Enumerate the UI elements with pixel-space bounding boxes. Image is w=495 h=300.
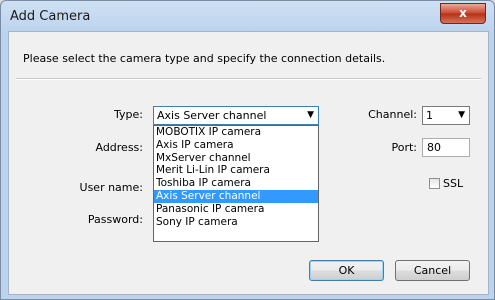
dialog-body: Please select the camera type and specif… — [8, 31, 489, 295]
type-label: Type: — [114, 108, 143, 121]
add-camera-dialog: Add Camera x Please select the camera ty… — [0, 0, 495, 300]
port-value: 80 — [427, 141, 441, 154]
channel-select[interactable]: 1 ▼ — [422, 106, 470, 125]
dropdown-option[interactable]: MxServer channel — [154, 152, 318, 165]
dropdown-option[interactable]: Sony IP camera — [154, 216, 318, 229]
cancel-button[interactable]: Cancel — [395, 260, 470, 281]
close-icon: x — [459, 6, 467, 20]
port-input[interactable]: 80 — [422, 138, 470, 157]
dropdown-option[interactable]: Axis IP camera — [154, 139, 318, 152]
dropdown-option[interactable]: Toshiba IP camera — [154, 177, 318, 190]
port-label: Port: — [391, 141, 417, 154]
password-label: Password: — [87, 213, 143, 226]
dropdown-option[interactable]: Panasonic IP camera — [154, 203, 318, 216]
ok-button[interactable]: OK — [309, 260, 384, 281]
ssl-checkbox[interactable] — [429, 178, 440, 189]
address-label: Address: — [95, 141, 143, 154]
username-label: User name: — [79, 181, 143, 194]
title-bar: Add Camera x — [1, 1, 494, 31]
chevron-down-icon: ▼ — [307, 110, 314, 120]
dropdown-option-selected[interactable]: Axis Server channel — [154, 189, 318, 203]
ssl-label: SSL — [443, 177, 464, 190]
chevron-down-icon: ▼ — [458, 110, 465, 120]
dropdown-option[interactable]: MOBOTIX IP camera — [154, 126, 318, 139]
camera-type-value: Axis Server channel — [157, 109, 267, 122]
camera-type-dropdown[interactable]: MOBOTIX IP camera Axis IP camera MxServe… — [153, 125, 319, 242]
close-button[interactable]: x — [440, 3, 486, 24]
dialog-title: Add Camera — [10, 9, 91, 24]
camera-type-select[interactable]: Axis Server channel ▼ — [153, 106, 319, 125]
instructions-text: Please select the camera type and specif… — [23, 52, 386, 65]
channel-value: 1 — [426, 109, 433, 122]
separator — [16, 78, 481, 80]
dropdown-option[interactable]: Merit Li-Lin IP camera — [154, 164, 318, 177]
channel-label: Channel: — [368, 108, 417, 121]
